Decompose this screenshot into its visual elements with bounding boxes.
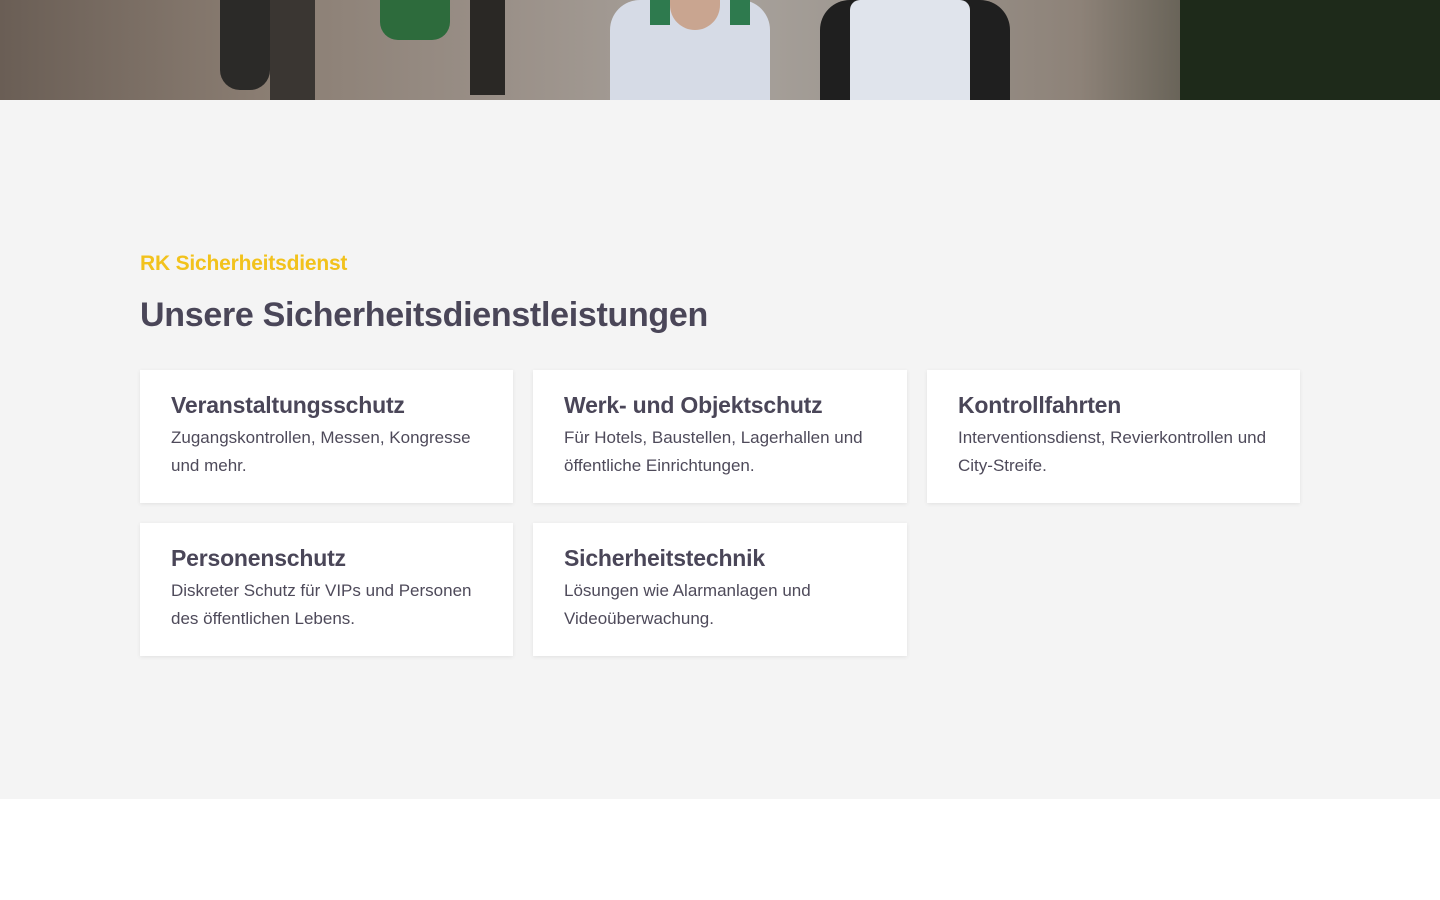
services-section: RK Sicherheitsdienst Unsere Sicherheitsd… xyxy=(0,100,1440,799)
service-card-sicherheitstechnik: Sicherheitstechnik Lösungen wie Alarmanl… xyxy=(533,523,907,656)
section-eyebrow: RK Sicherheitsdienst xyxy=(140,252,348,275)
section-title: Unsere Sicherheitsdienstleistungen xyxy=(140,296,708,334)
service-card-personenschutz: Personenschutz Diskreter Schutz für VIPs… xyxy=(140,523,513,656)
hero-figure xyxy=(470,0,505,95)
hero-figure xyxy=(850,0,970,100)
services-container: RK Sicherheitsdienst Unsere Sicherheitsd… xyxy=(140,250,1300,656)
card-text: Für Hotels, Baustellen, Lagerhallen und … xyxy=(564,428,863,475)
service-card-kontrollfahrten: Kontrollfahrten Interventionsdienst, Rev… xyxy=(927,370,1300,503)
hero-image xyxy=(0,0,1440,100)
card-title: Sicherheitstechnik xyxy=(564,545,765,571)
hero-figure xyxy=(730,0,750,25)
footer-band xyxy=(0,799,1440,900)
service-cards: Veranstaltungsschutz Zugangskontrollen, … xyxy=(140,370,1300,656)
card-title: Kontrollfahrten xyxy=(958,392,1122,418)
hero-figure xyxy=(380,0,450,40)
hero-figure xyxy=(270,0,315,100)
service-card-veranstaltungsschutz: Veranstaltungsschutz Zugangskontrollen, … xyxy=(140,370,513,503)
card-text: Interventionsdienst, Revierkontrollen un… xyxy=(958,428,1267,475)
hero-figure xyxy=(220,0,270,90)
service-card-objektschutz: Werk- und Objektschutz Für Hotels, Baust… xyxy=(533,370,907,503)
hero-figure xyxy=(1180,0,1440,100)
card-text: Diskreter Schutz für VIPs und Personen d… xyxy=(171,581,472,628)
card-text: Zugangskontrollen, Messen, Kongresse und… xyxy=(171,428,471,475)
card-text: Lösungen wie Alarmanlagen und Videoüberw… xyxy=(564,581,811,628)
card-title: Werk- und Objektschutz xyxy=(564,392,823,418)
card-title: Personenschutz xyxy=(171,545,346,571)
card-title: Veranstaltungsschutz xyxy=(171,392,405,418)
hero-figure xyxy=(650,0,670,25)
